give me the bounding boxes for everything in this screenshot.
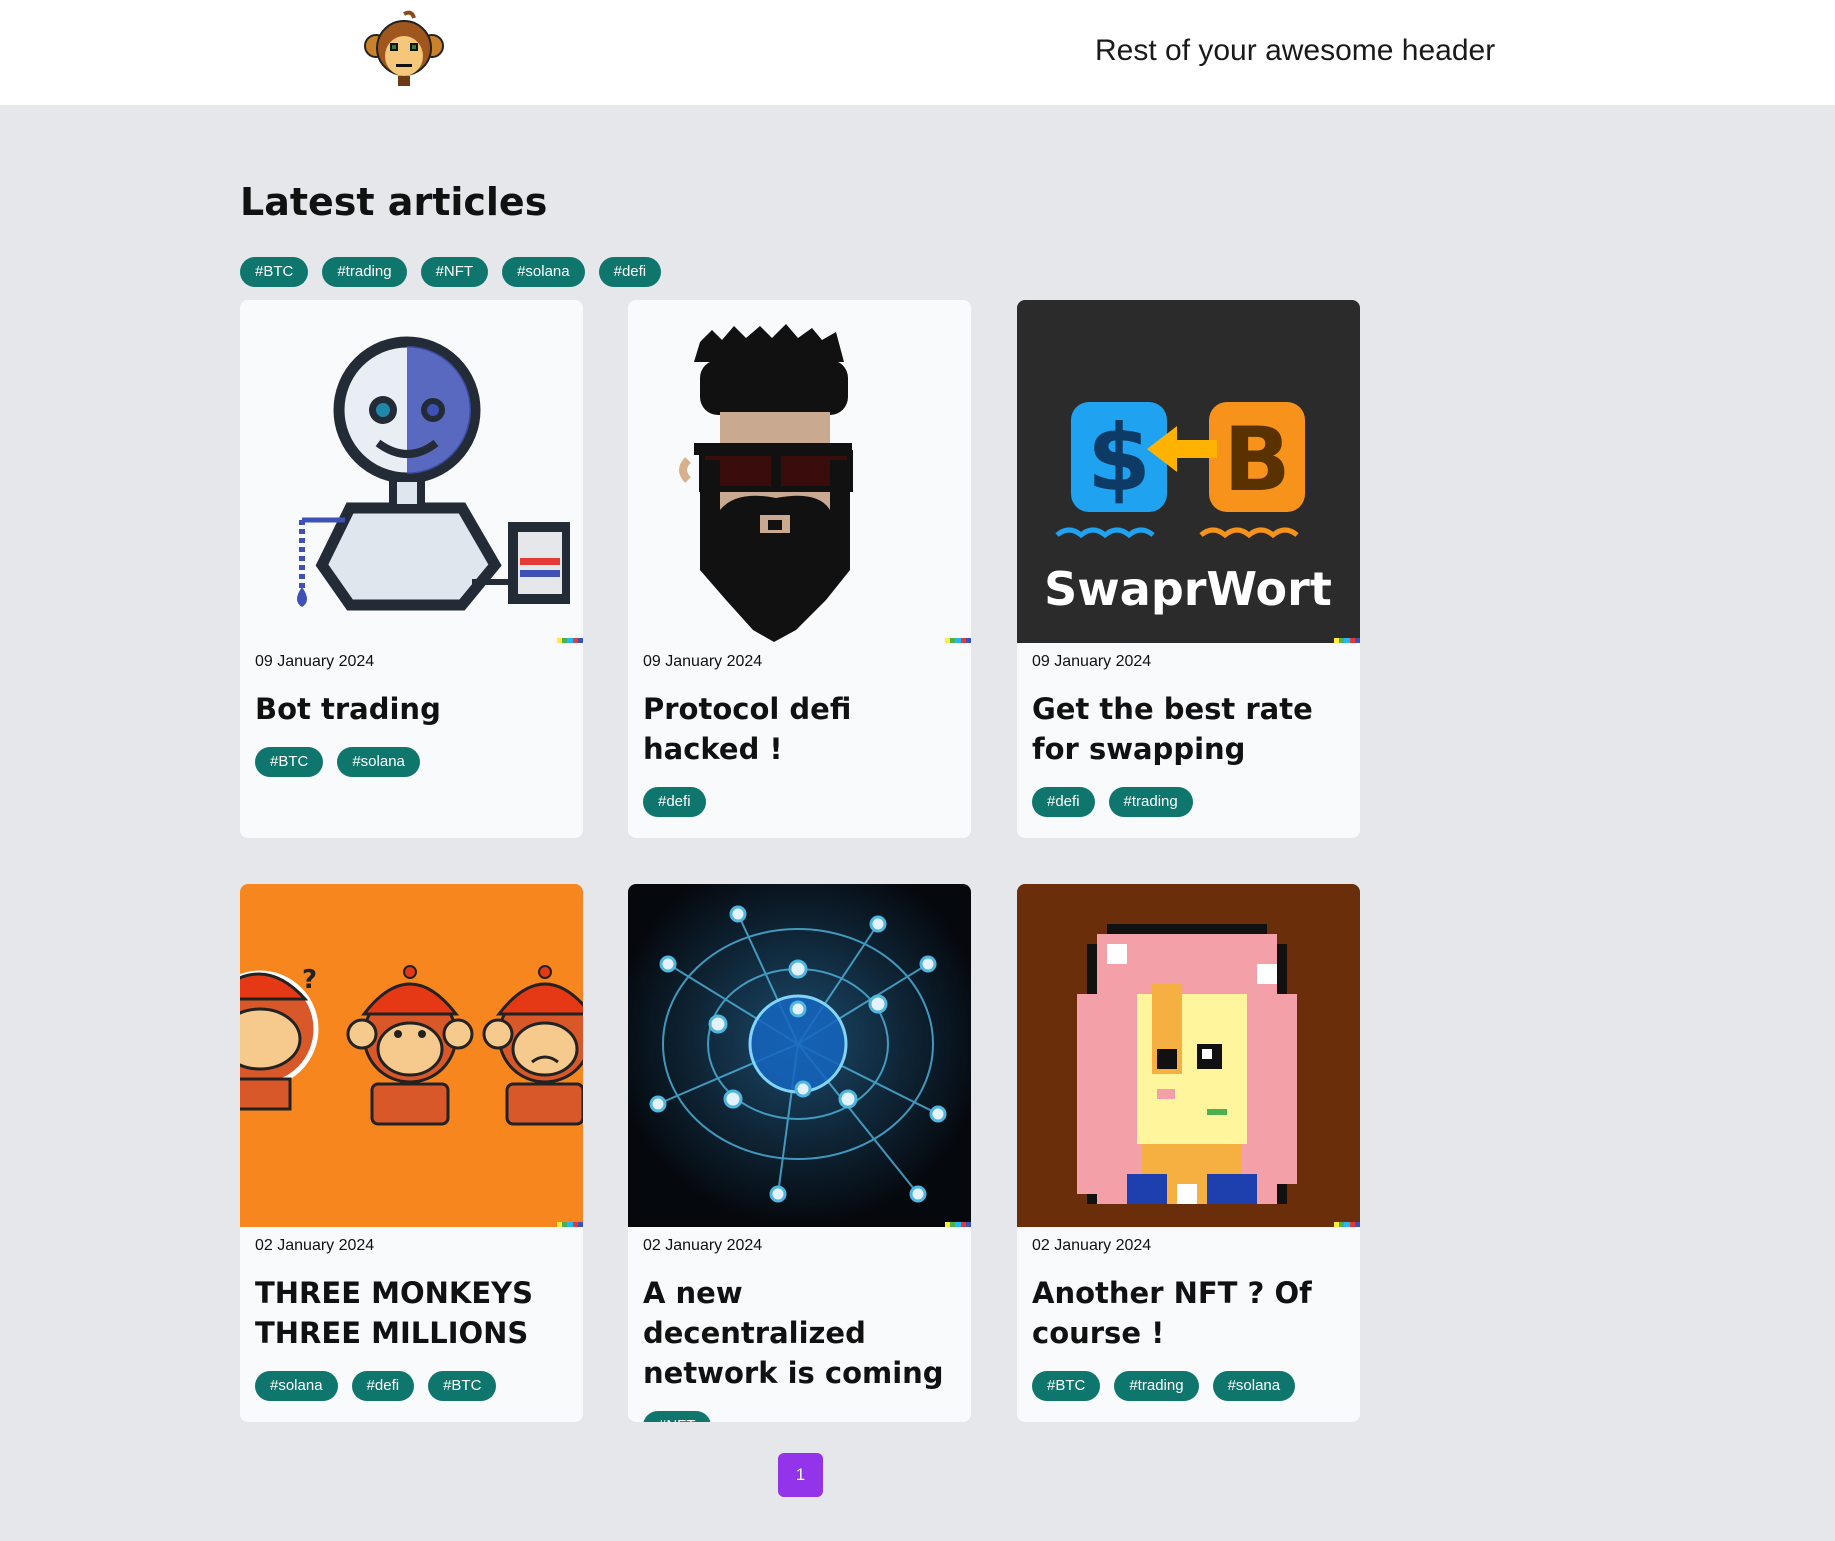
article-title[interactable]: Bot trading [255, 689, 568, 729]
filter-tag-btc[interactable]: #BTC [240, 257, 309, 287]
image-caption: SwaprWort [1044, 562, 1332, 616]
image-watermark [945, 1222, 971, 1227]
article-date: 02 January 2024 [255, 1237, 375, 1254]
pixel-girl-icon [1017, 884, 1360, 1227]
article-title[interactable]: Get the best rate for swapping [1032, 689, 1345, 769]
article-tag[interactable]: #BTC [428, 1371, 497, 1401]
image-watermark [557, 1222, 583, 1227]
article-date: 09 January 2024 [1032, 653, 1152, 670]
site-header: Rest of your awesome header [0, 0, 1835, 105]
filter-tag-trading[interactable]: #trading [322, 257, 407, 287]
svg-text:$: $ [1087, 405, 1151, 512]
article-date: 02 January 2024 [1032, 1237, 1152, 1254]
image-watermark [1334, 1222, 1360, 1227]
article-tag[interactable]: #solana [1212, 1371, 1296, 1401]
filter-tag-solana[interactable]: #solana [502, 257, 585, 287]
article-tag[interactable]: #BTC [255, 747, 324, 777]
article-tag[interactable]: #defi [351, 1371, 415, 1401]
article-card-three-monkeys[interactable]: ? 02 January 2024 THREE MONKEYS THREE MI… [240, 884, 583, 1422]
bearded-hacker-icon [628, 300, 971, 643]
robot-icon [240, 300, 583, 643]
filter-tag-defi[interactable]: #defi [598, 257, 662, 287]
image-watermark [557, 638, 583, 643]
article-image [628, 300, 971, 643]
article-tag[interactable]: #trading [1108, 787, 1193, 817]
article-image [240, 300, 583, 643]
tag-filter-bar: #BTC #trading #NFT #solana #defi [240, 257, 662, 287]
header-text: Rest of your awesome header [1095, 34, 1496, 67]
article-date: 02 January 2024 [643, 1237, 763, 1254]
article-card-bot-trading[interactable]: 09 January 2024 Bot trading #BTC #solana [240, 300, 583, 838]
article-tag[interactable]: #NFT [643, 1411, 711, 1422]
image-watermark [945, 638, 971, 643]
article-tag[interactable]: #defi [1032, 787, 1095, 817]
article-title[interactable]: Protocol defi hacked ! [643, 689, 956, 769]
article-date: 09 January 2024 [255, 653, 375, 670]
network-globe-icon [628, 884, 971, 1227]
article-tag[interactable]: #solana [337, 747, 420, 777]
pagination-page-button[interactable]: 1 [778, 1453, 823, 1497]
page-title: Latest articles [240, 180, 548, 224]
article-card-best-rate-swapping[interactable]: $ B SwaprWort 09 January 2024 Get the be… [1017, 300, 1360, 838]
article-tag[interactable]: #solana [255, 1371, 338, 1401]
swap-dollar-bitcoin-icon: $ B SwaprWort [1017, 300, 1360, 643]
article-date: 09 January 2024 [643, 653, 763, 670]
article-card-decentralized-network[interactable]: 02 January 2024 A new decentralized netw… [628, 884, 971, 1422]
article-image: $ B SwaprWort [1017, 300, 1360, 643]
article-tag[interactable]: #BTC [1032, 1371, 1101, 1401]
article-card-protocol-defi-hacked[interactable]: 09 January 2024 Protocol defi hacked ! #… [628, 300, 971, 838]
article-title[interactable]: THREE MONKEYS THREE MILLIONS [255, 1273, 568, 1353]
article-image [1017, 884, 1360, 1227]
article-card-another-nft[interactable]: 02 January 2024 Another NFT ? Of course … [1017, 884, 1360, 1422]
monkey-logo-icon[interactable] [362, 10, 446, 90]
svg-text:B: B [1223, 408, 1290, 511]
svg-text:?: ? [302, 965, 317, 995]
image-watermark [1334, 638, 1360, 643]
article-image: ? [240, 884, 583, 1227]
article-title[interactable]: A new decentralized network is coming [643, 1273, 956, 1393]
three-monkeys-icon: ? [240, 884, 583, 1227]
article-tag[interactable]: #trading [1114, 1371, 1199, 1401]
article-title[interactable]: Another NFT ? Of course ! [1032, 1273, 1345, 1353]
article-tag[interactable]: #defi [643, 787, 706, 817]
article-image [628, 884, 971, 1227]
filter-tag-nft[interactable]: #NFT [420, 257, 489, 287]
